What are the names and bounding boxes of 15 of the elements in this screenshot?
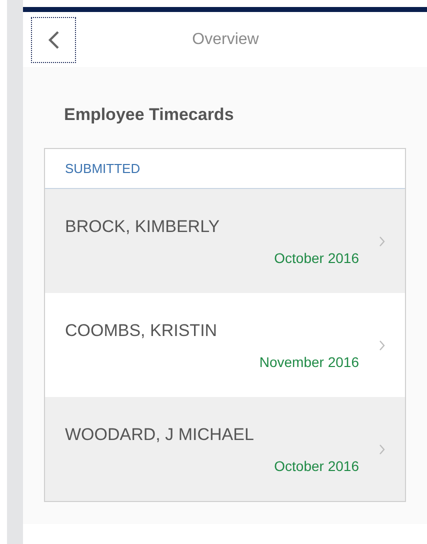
back-button[interactable] — [31, 16, 76, 62]
period-label: October 2016 — [274, 458, 359, 474]
chevron-icon — [379, 444, 385, 454]
period-label: November 2016 — [259, 354, 359, 370]
employee-name: BROCK, KIMBERLY — [65, 216, 220, 236]
list-item[interactable]: BROCK, KIMBERLY October 2016 — [45, 189, 405, 293]
employee-name: WOODARD, J MICHAEL — [65, 424, 254, 444]
employee-name: COOMBS, KRISTIN — [65, 320, 218, 340]
list-item[interactable]: WOODARD, J MICHAEL October 2016 — [45, 397, 405, 501]
period-label: October 2016 — [274, 250, 359, 266]
section-title: Employee Timecards — [63, 105, 235, 125]
page-title: Overview — [192, 30, 259, 48]
back-icon — [48, 30, 60, 50]
chevron-icon — [379, 236, 385, 246]
chevron-icon — [379, 340, 385, 350]
